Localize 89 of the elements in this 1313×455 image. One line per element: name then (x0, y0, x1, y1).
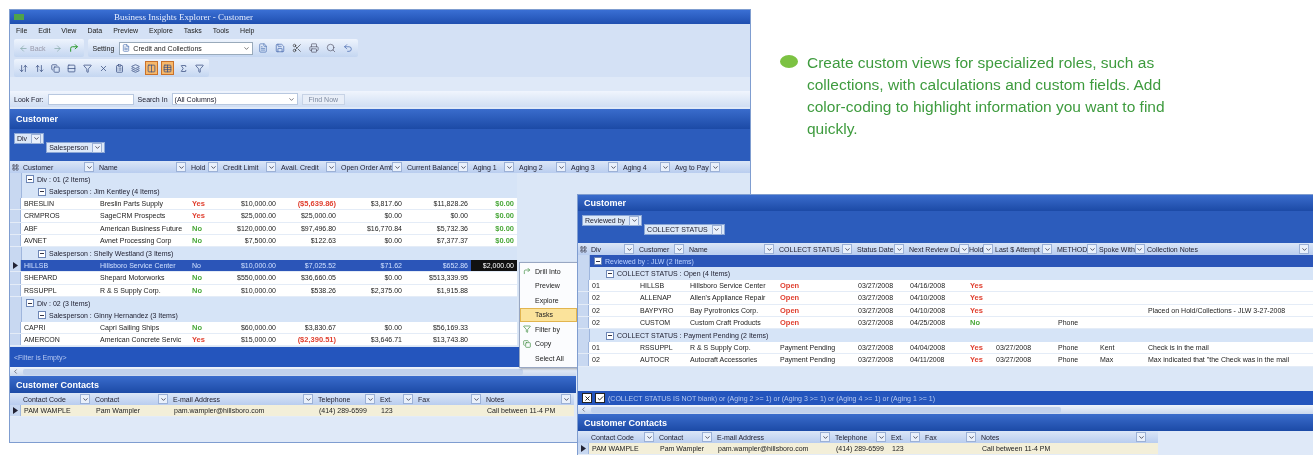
scrollbar[interactable] (578, 405, 1313, 414)
scroll-left-icon[interactable] (580, 406, 587, 413)
dropdown-caret-icon[interactable] (176, 162, 186, 172)
dropdown-caret-icon[interactable] (92, 142, 103, 153)
dropdown-caret-icon[interactable] (966, 432, 976, 442)
toolbar-icon[interactable] (193, 61, 206, 75)
dropdown-caret-icon[interactable] (1299, 244, 1309, 254)
toolbar-icon[interactable] (81, 61, 94, 75)
dropdown-caret-icon[interactable] (365, 394, 375, 404)
dropdown-caret-icon[interactable] (894, 244, 904, 254)
dropdown-caret-icon[interactable] (674, 244, 684, 254)
dropdown-caret-icon[interactable] (1136, 432, 1146, 442)
dropdown-caret-icon[interactable] (504, 162, 514, 172)
document-icon (122, 44, 131, 52)
collapse-icon[interactable] (38, 249, 46, 258)
dropdown-caret-icon[interactable] (660, 162, 670, 172)
toolbar-icon[interactable] (65, 61, 78, 75)
dropdown-caret-icon[interactable] (1134, 244, 1145, 254)
panel-title: Customer Contacts (10, 376, 576, 393)
toolbar-icon[interactable] (145, 61, 158, 75)
row-selector[interactable] (578, 443, 589, 455)
dropdown-caret-icon[interactable] (158, 394, 168, 404)
dropdown-caret-icon[interactable] (764, 244, 774, 254)
panel-title: Customer (10, 109, 750, 129)
toolbar-icon[interactable] (161, 61, 174, 75)
dropdown-caret-icon[interactable] (403, 394, 413, 404)
dropdown-caret-icon[interactable] (80, 394, 90, 404)
dropdown-caret-icon[interactable] (458, 162, 468, 172)
back-arrow-icon (19, 43, 28, 53)
callout-text: Create custom views for specialized roles, such as collections, with calculations and custom fields. Add color-coding to highlight information you want to find quickly. (807, 53, 1166, 139)
grid-icon[interactable] (10, 163, 21, 171)
dropdown-caret-icon[interactable] (983, 244, 994, 254)
dropdown-caret-icon[interactable] (392, 162, 402, 172)
scroll-left-icon[interactable] (12, 368, 19, 375)
copy-icon (523, 339, 531, 348)
dropdown-caret-icon[interactable] (711, 224, 722, 235)
dropdown-caret-icon[interactable] (910, 432, 920, 442)
current-row-icon (580, 445, 586, 453)
toolbar-icon[interactable] (49, 61, 62, 75)
dropdown-caret-icon[interactable] (31, 133, 42, 144)
dropdown-caret-icon[interactable] (624, 244, 634, 254)
bullet-icon (780, 55, 798, 68)
dropdown-caret-icon[interactable] (326, 162, 336, 172)
dropdown-caret-icon[interactable] (84, 162, 94, 172)
scrollbar[interactable] (10, 367, 576, 376)
caret-icon (243, 44, 251, 52)
dropdown-caret-icon[interactable] (644, 432, 654, 442)
collapse-icon[interactable] (594, 257, 602, 266)
row-selector[interactable] (10, 405, 21, 417)
panel-title: Customer (578, 195, 1313, 211)
dropdown-caret-icon[interactable] (629, 215, 640, 226)
collapse-icon[interactable] (606, 269, 614, 278)
caret-icon (287, 95, 295, 103)
toolbar-icon[interactable] (129, 61, 142, 75)
window-title: Business Insights Explorer - Customer (114, 12, 253, 22)
app-icon (14, 14, 24, 20)
dropdown-caret-icon[interactable] (842, 244, 852, 254)
grid-icon[interactable] (578, 245, 589, 253)
panel-title: Customer Contacts (578, 414, 1313, 431)
dropdown-caret-icon[interactable] (561, 394, 571, 404)
filter-icon (523, 325, 531, 334)
current-row-icon (12, 261, 18, 269)
search-field[interactable] (47, 93, 134, 105)
row-selector[interactable] (10, 259, 21, 272)
dropdown-caret-icon[interactable] (820, 432, 830, 442)
drill-arrow-icon (523, 267, 531, 276)
dropdown-caret-icon[interactable] (1042, 244, 1052, 254)
close-icon[interactable] (582, 393, 592, 403)
collapse-icon[interactable] (606, 331, 614, 340)
dropdown-caret-icon[interactable] (266, 162, 276, 172)
dropdown-caret-icon[interactable] (556, 162, 566, 172)
dropdown-caret-icon[interactable] (608, 162, 618, 172)
forward-arrow-icon (52, 43, 62, 53)
dropdown-caret-icon[interactable] (303, 394, 313, 404)
dropdown-caret-icon[interactable] (702, 432, 712, 442)
collapse-icon[interactable] (38, 187, 46, 196)
dropdown-caret-icon[interactable] (710, 162, 720, 172)
dropdown-caret-icon[interactable] (471, 394, 481, 404)
toolbar-icon[interactable] (113, 61, 126, 75)
dropdown-caret-icon[interactable] (959, 244, 970, 254)
current-row-icon (12, 407, 18, 415)
dropdown-caret-icon[interactable] (208, 162, 218, 172)
dropdown-caret-icon[interactable] (1087, 244, 1098, 254)
dropdown-caret-icon[interactable] (876, 432, 886, 442)
collapse-icon[interactable] (38, 311, 46, 320)
checkbox[interactable] (595, 393, 605, 403)
collapse-icon[interactable] (26, 299, 34, 308)
collapse-icon[interactable] (26, 175, 34, 184)
print-icon[interactable] (307, 41, 322, 55)
